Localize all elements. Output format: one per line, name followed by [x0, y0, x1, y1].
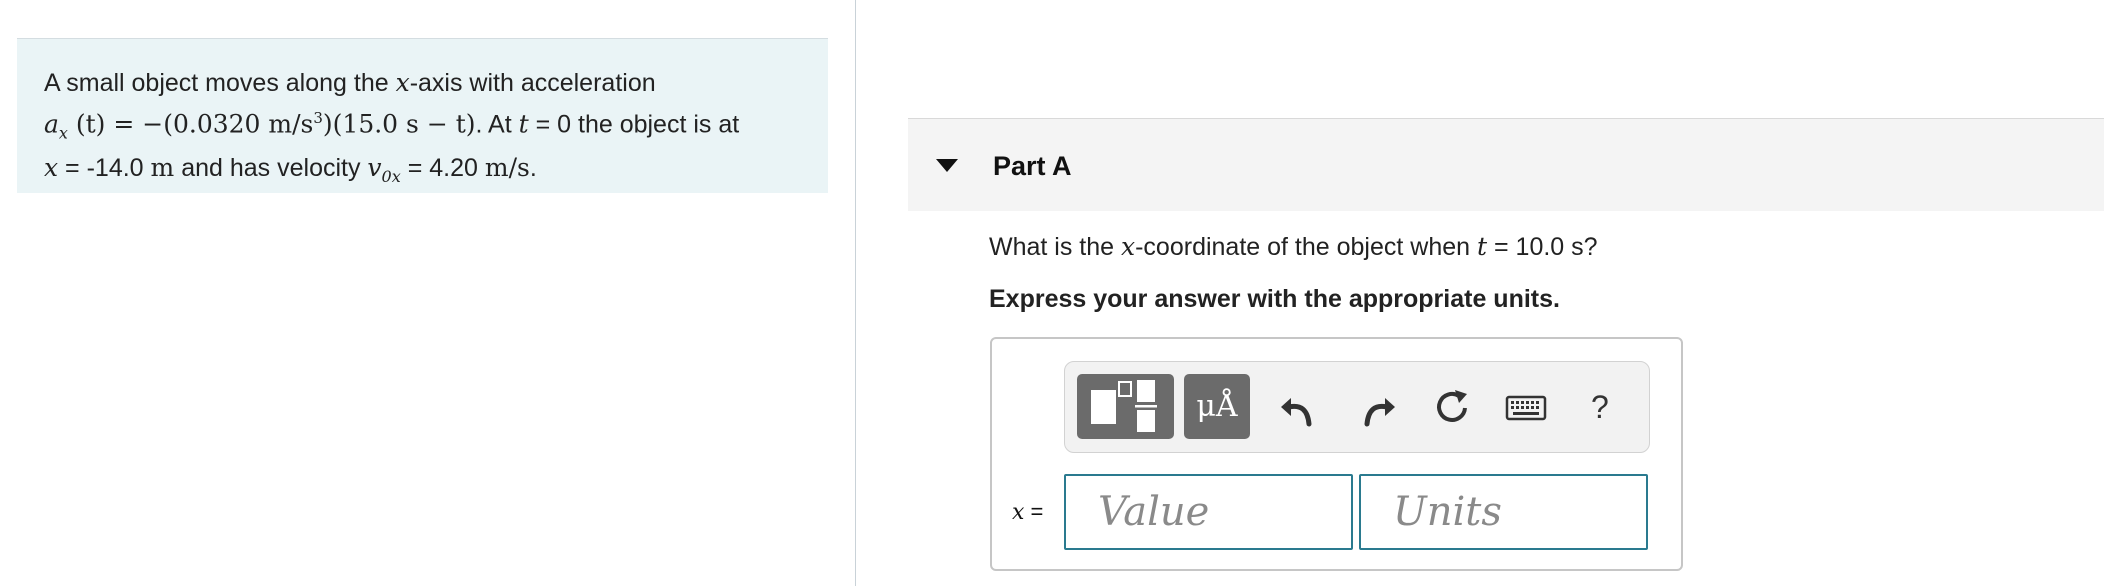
redo-icon [1364, 398, 1395, 427]
templates-icon [1091, 380, 1157, 432]
problem-line-2: ax (t) = −(0.0320 m/s3)(15.0 s − t). At … [44, 109, 740, 143]
answer-box: μÅ ? x = Value Units [990, 337, 1683, 571]
help-button[interactable]: ? [1591, 384, 1609, 430]
units-input[interactable] [1359, 474, 1648, 550]
reset-button[interactable] [1429, 384, 1475, 430]
units-button[interactable]: μÅ [1184, 374, 1250, 439]
collapse-caret-icon[interactable] [936, 159, 958, 172]
undo-icon [1281, 398, 1312, 427]
problem-statement: A small object moves along the x-axis wi… [17, 38, 828, 193]
problem-line-3: x = -14.0 m and has velocity v0x = 4.20 … [44, 153, 537, 187]
keyboard-icon [1505, 395, 1547, 421]
answer-instruction: Express your answer with the appropriate… [989, 285, 1560, 313]
value-input[interactable] [1064, 474, 1353, 550]
part-a-header[interactable]: Part A [908, 118, 2104, 211]
math-toolbar: μÅ ? [1064, 361, 1650, 453]
redo-button[interactable] [1353, 384, 1399, 430]
reset-icon [1437, 390, 1467, 422]
templates-button[interactable] [1077, 374, 1174, 439]
problem-line-1: A small object moves along the x-axis wi… [44, 68, 656, 97]
undo-button[interactable] [1277, 384, 1323, 430]
part-title: Part A [993, 151, 1072, 181]
answer-variable-label: x = [1012, 499, 1044, 525]
keyboard-button[interactable] [1505, 384, 1547, 430]
panel-divider [855, 0, 856, 586]
question-text: What is the x-coordinate of the object w… [989, 232, 1598, 261]
